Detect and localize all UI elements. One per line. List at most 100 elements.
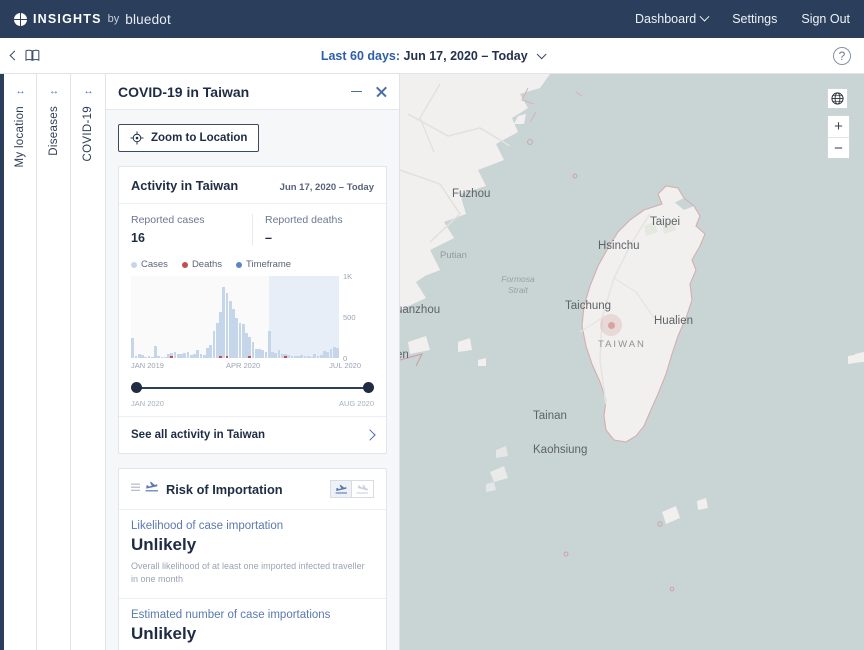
risk-header-icons bbox=[131, 480, 159, 498]
risk-estimated-section: Estimated number of case importations Un… bbox=[119, 598, 386, 650]
top-navigation-bar: INSIGHTS by bluedot Dashboard Settings S… bbox=[0, 0, 864, 38]
map-zoom-controls: + − bbox=[827, 115, 850, 159]
date-range-selector[interactable]: Last 60 days: Jun 17, 2020 – Today bbox=[0, 49, 864, 63]
see-all-activity-label: See all activity in Taiwan bbox=[131, 429, 266, 441]
map-basemap-button[interactable] bbox=[827, 88, 848, 109]
risk-likelihood-description: Overall likelihood of at least one impor… bbox=[131, 561, 365, 585]
sidebar-item-diseases[interactable]: ↔ Diseases bbox=[37, 74, 71, 650]
panel-header-actions bbox=[351, 86, 387, 98]
toggle-plane-departure[interactable] bbox=[352, 480, 374, 498]
see-all-activity-link[interactable]: See all activity in Taiwan bbox=[119, 416, 386, 453]
map-label-putian: Putian bbox=[440, 250, 467, 261]
sidebar-item-my-location[interactable]: ↔ My location bbox=[0, 74, 37, 650]
activity-card-daterange: Jun 17, 2020 – Today bbox=[279, 182, 374, 193]
map-label-formosa-strait: Formosa Strait bbox=[501, 274, 535, 295]
map-label-kaohsiung: Kaohsiung bbox=[533, 444, 588, 456]
chevron-down-icon bbox=[699, 11, 710, 22]
map-label-xiamen: en bbox=[400, 349, 409, 361]
date-filter-bar: Last 60 days: Jun 17, 2020 – Today ? bbox=[0, 38, 864, 74]
slider-end-label: AUG 2020 bbox=[338, 399, 374, 408]
panel-body: Zoom to Location Activity in Taiwan Jun … bbox=[106, 110, 399, 650]
detail-panel: COVID-19 in Taiwan Zoom to Location Acti… bbox=[106, 74, 400, 650]
sidebar-item-covid-19-label: COVID-19 bbox=[82, 106, 94, 162]
plane-arrival-icon bbox=[145, 480, 159, 498]
map-label-taipei: Taipei bbox=[650, 216, 681, 228]
chart-plot-area bbox=[131, 276, 339, 358]
legend-item-deaths[interactable]: Deaths bbox=[181, 259, 223, 270]
chart-legend: Cases Deaths Timeframe bbox=[119, 253, 386, 272]
chart-bar-cases bbox=[131, 338, 134, 358]
risk-estimated-label: Estimated number of case importations bbox=[131, 609, 331, 622]
insights-app: INSIGHTS by bluedot Dashboard Settings S… bbox=[0, 0, 864, 650]
help-icon[interactable]: ? bbox=[833, 47, 851, 65]
map-label-hualien: Hualien bbox=[654, 315, 693, 327]
nav-dashboard[interactable]: Dashboard bbox=[635, 11, 710, 26]
plane-departure-icon bbox=[356, 484, 368, 494]
brand-insights-text: INSIGHTS bbox=[33, 12, 102, 26]
toggle-plane-arrival[interactable] bbox=[330, 480, 352, 498]
map-canvas bbox=[400, 74, 864, 650]
legend-dot-deaths bbox=[181, 261, 188, 268]
stat-reported-cases-value: 16 bbox=[131, 231, 145, 245]
risk-direction-toggle bbox=[330, 480, 374, 498]
vertical-tab-strip: ↔ My location ↔ Diseases ↔ COVID-19 bbox=[0, 74, 106, 650]
legend-label-cases: Cases bbox=[141, 259, 168, 270]
activity-card: Activity in Taiwan Jun 17, 2020 – Today … bbox=[118, 166, 387, 454]
taiwan-case-marker[interactable] bbox=[600, 314, 622, 336]
slider-knob-end[interactable] bbox=[363, 382, 374, 393]
slider-knob-start[interactable] bbox=[131, 382, 142, 393]
map-label-taichung: Taichung bbox=[565, 300, 612, 312]
map-zoom-in-button[interactable]: + bbox=[828, 116, 849, 137]
stat-reported-deaths-label: Reported deaths bbox=[265, 214, 343, 226]
risk-card-header: Risk of Importation bbox=[119, 469, 386, 509]
chart-y-axis: 1K 500 0 bbox=[341, 272, 365, 363]
activity-stats: Reported cases 16 Reported deaths – bbox=[119, 204, 386, 253]
map-label-quanzhou: uanzhou bbox=[400, 304, 441, 316]
legend-item-timeframe[interactable]: Timeframe bbox=[236, 259, 291, 270]
map-zoom-out-button[interactable]: − bbox=[828, 137, 849, 158]
legend-label-timeframe: Timeframe bbox=[246, 259, 292, 270]
stat-reported-deaths: Reported deaths – bbox=[252, 214, 386, 245]
slider-labels: JAN 2020 AUG 2020 bbox=[131, 399, 374, 408]
resize-handle-icon[interactable]: ↔ bbox=[16, 86, 26, 97]
activity-chart: 1K 500 0 JAN 2019 APR 2020 JUL 2020 bbox=[119, 272, 386, 370]
slider-track[interactable] bbox=[131, 382, 374, 394]
chart-y-tick: 1K bbox=[343, 272, 353, 281]
brand-by-text: by bbox=[107, 13, 120, 25]
panel-header: COVID-19 in Taiwan bbox=[106, 74, 399, 110]
nav-settings[interactable]: Settings bbox=[732, 12, 777, 26]
x-tick-2: JUL 2020 bbox=[329, 361, 361, 370]
legend-dot-timeframe bbox=[236, 261, 243, 268]
map-view[interactable]: Fuzhou Putian uanzhou en Taipei Hsinchu … bbox=[400, 74, 864, 650]
sidebar-item-covid-19[interactable]: ↔ COVID-19 bbox=[71, 74, 106, 650]
page-title: COVID-19 in Taiwan bbox=[118, 83, 250, 100]
risk-likelihood-label: Likelihood of case importation bbox=[131, 520, 284, 532]
nav-dashboard-label: Dashboard bbox=[635, 12, 697, 26]
close-icon[interactable] bbox=[375, 86, 387, 98]
stat-reported-cases: Reported cases 16 bbox=[119, 214, 252, 245]
plane-arrival-icon bbox=[335, 484, 347, 494]
map-label-tainan: Tainan bbox=[533, 410, 567, 422]
resize-handle-icon[interactable]: ↔ bbox=[84, 86, 94, 97]
sidebar-item-diseases-label: Diseases bbox=[47, 106, 60, 156]
date-range-value: Jun 17, 2020 – Today bbox=[403, 48, 528, 63]
legend-item-cases[interactable]: Cases bbox=[131, 259, 168, 270]
date-range-label: Last 60 days: bbox=[320, 48, 401, 63]
stat-reported-cases-label: Reported cases bbox=[131, 214, 205, 226]
map-label-fuzhou: Fuzhou bbox=[452, 188, 491, 200]
slider-line bbox=[137, 387, 368, 389]
zoom-to-location-label: Zoom to Location bbox=[151, 132, 248, 144]
brand-logo[interactable]: INSIGHTS by bluedot bbox=[14, 12, 171, 27]
resize-handle-icon[interactable]: ↔ bbox=[49, 86, 59, 97]
zoom-to-location-button[interactable]: Zoom to Location bbox=[118, 124, 260, 152]
risk-estimated-value: Unlikely bbox=[131, 624, 197, 644]
datebar-left-controls bbox=[0, 49, 40, 62]
legend-label-deaths: Deaths bbox=[191, 259, 223, 270]
minimize-icon[interactable] bbox=[351, 90, 362, 93]
chevron-left-icon[interactable] bbox=[9, 50, 20, 61]
book-icon[interactable] bbox=[25, 49, 40, 62]
nav-sign-out[interactable]: Sign Out bbox=[801, 12, 850, 26]
globe-icon bbox=[831, 92, 844, 105]
chevron-down-icon bbox=[536, 48, 547, 59]
chart-y-tick: 500 bbox=[343, 313, 356, 322]
